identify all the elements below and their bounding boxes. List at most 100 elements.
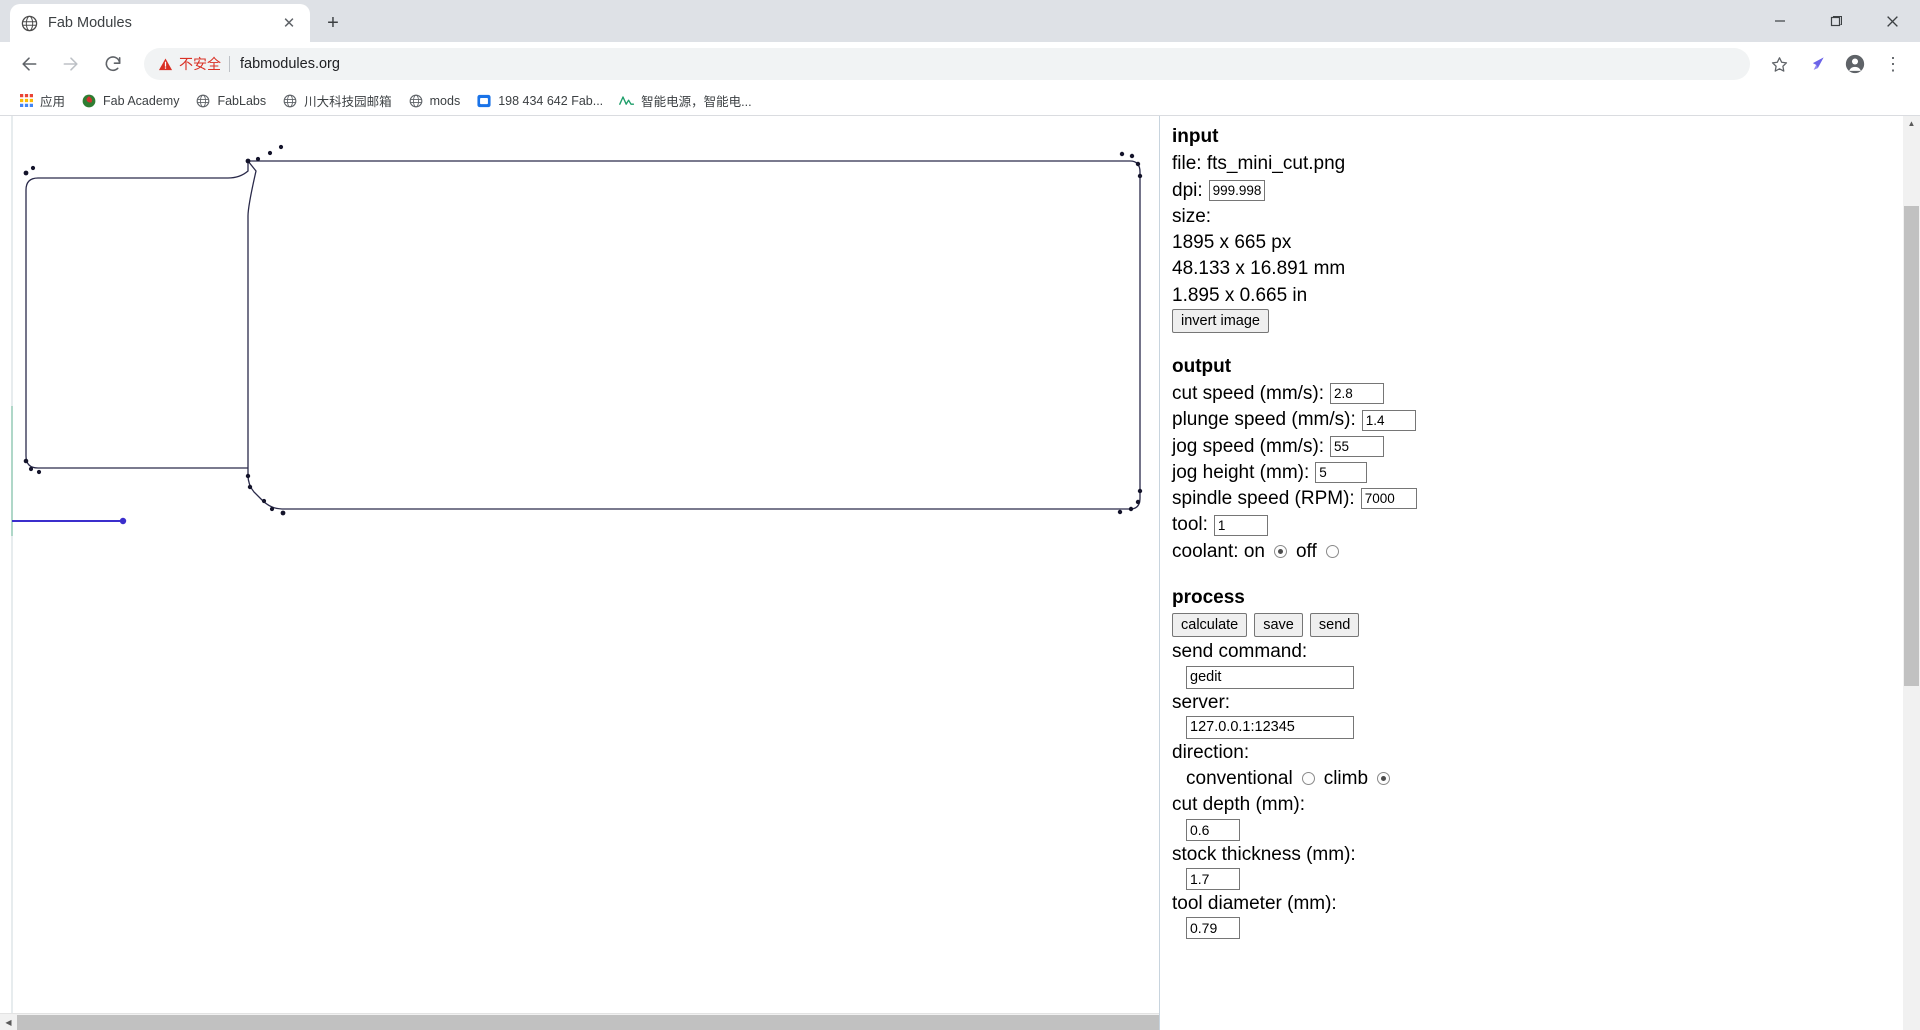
address-bar[interactable]: 不安全 fabmodules.org xyxy=(144,48,1750,80)
omnibox-divider xyxy=(229,56,230,72)
tool-label: tool: xyxy=(1172,514,1208,536)
bookmark-mods[interactable]: mods xyxy=(400,89,469,113)
cut-depth-input[interactable] xyxy=(1186,818,1240,841)
not-secure-warning-icon xyxy=(158,57,173,72)
stock-thickness-input[interactable] xyxy=(1186,867,1240,890)
extension-icon[interactable] xyxy=(1800,47,1834,81)
toolpath-outline xyxy=(25,160,1141,510)
forward-button[interactable] xyxy=(52,45,90,83)
tool-diameter-row xyxy=(1186,917,1920,940)
tab-title: Fab Modules xyxy=(48,15,132,31)
scroll-up-arrow[interactable]: ▲ xyxy=(1903,116,1920,133)
title-bar: Fab Modules ✕ + xyxy=(0,0,1920,42)
process-buttons: calculate save send xyxy=(1172,613,1920,638)
calculate-button[interactable]: calculate xyxy=(1172,613,1248,638)
invert-row: invert image xyxy=(1172,308,1920,333)
size-inches: 1.895 x 0.665 in xyxy=(1172,284,1308,306)
profile-icon[interactable] xyxy=(1838,47,1872,81)
tab-close-icon[interactable]: ✕ xyxy=(278,12,300,34)
size-px-row: 1895 x 665 px xyxy=(1172,230,1920,255)
vertical-scrollbar[interactable]: ▲ xyxy=(1903,116,1920,1030)
input-file-label: file: fts_mini_cut.png xyxy=(1172,153,1346,175)
browser-tab[interactable]: Fab Modules ✕ xyxy=(10,4,310,42)
vertical-scroll-thumb[interactable] xyxy=(1904,206,1919,686)
browser-menu-icon[interactable]: ⋮ xyxy=(1876,47,1910,81)
size-pixels: 1895 x 665 px xyxy=(1172,232,1292,254)
coolant-off-radio[interactable] xyxy=(1325,544,1339,558)
globe-icon xyxy=(408,93,424,109)
tool-diameter-label: tool diameter (mm): xyxy=(1172,892,1337,914)
jog-height-row: jog height (mm): xyxy=(1172,460,1920,485)
globe-icon xyxy=(195,93,211,109)
conventional-label: conventional xyxy=(1186,768,1293,790)
input-file-row: file: fts_mini_cut.png xyxy=(1172,151,1920,176)
page-content: ◀ input file: fts_mini_cut.png dpi: size… xyxy=(0,116,1920,1030)
climb-label: climb xyxy=(1323,768,1369,790)
window-controls xyxy=(1752,0,1920,42)
waveform-icon xyxy=(619,93,635,109)
new-tab-button[interactable]: + xyxy=(318,8,348,38)
maximize-button[interactable] xyxy=(1808,0,1864,42)
jog-height-input[interactable] xyxy=(1315,462,1368,484)
save-button[interactable]: save xyxy=(1254,613,1303,638)
horizontal-scroll-track[interactable] xyxy=(17,1013,1159,1030)
horizontal-scroll-thumb[interactable] xyxy=(17,1014,1159,1030)
plunge-speed-input[interactable] xyxy=(1361,409,1416,431)
cut-speed-input[interactable] xyxy=(1330,383,1385,405)
spindle-speed-row: spindle speed (RPM): xyxy=(1172,486,1920,511)
send-command-input[interactable] xyxy=(1186,665,1354,689)
bookmark-fab-academy[interactable]: Fab Academy xyxy=(73,89,187,113)
spindle-speed-input[interactable] xyxy=(1360,488,1417,510)
size-in-row: 1.895 x 0.665 in xyxy=(1172,283,1920,308)
not-secure-label: 不安全 xyxy=(179,56,221,72)
plunge-speed-label: plunge speed (mm/s): xyxy=(1172,409,1356,431)
input-heading: input xyxy=(1172,126,1219,147)
cut-depth-label-row: cut depth (mm): xyxy=(1172,792,1920,817)
fab-academy-icon xyxy=(81,93,97,109)
bookmark-label: 198 434 642 Fab... xyxy=(498,93,604,108)
jog-speed-input[interactable] xyxy=(1330,435,1385,457)
tool-diameter-label-row: tool diameter (mm): xyxy=(1172,891,1920,916)
bookmark-smart-power[interactable]: 智能电源，智能电... xyxy=(611,89,759,113)
bookmark-fablabs[interactable]: FabLabs xyxy=(187,89,274,113)
horizontal-scrollbar[interactable]: ◀ xyxy=(0,1013,1159,1030)
toolpath-svg xyxy=(11,116,1143,1030)
coolant-row: coolant: on off xyxy=(1172,539,1920,564)
origin-move-arrow xyxy=(12,517,127,525)
reload-button[interactable] xyxy=(94,45,132,83)
scroll-left-arrow[interactable]: ◀ xyxy=(0,1014,17,1030)
stock-thickness-row xyxy=(1186,867,1920,890)
toolpath-nodes xyxy=(23,144,1143,516)
bookmark-qq-group[interactable]: 198 434 642 Fab... xyxy=(468,89,611,113)
chat-icon xyxy=(476,93,492,109)
bookmark-star-icon[interactable] xyxy=(1762,47,1796,81)
spindle-speed-label: spindle speed (RPM): xyxy=(1172,488,1355,510)
close-button[interactable] xyxy=(1864,0,1920,42)
coolant-on-label: coolant: on xyxy=(1172,540,1265,562)
send-command-row xyxy=(1186,665,1920,689)
climb-radio[interactable] xyxy=(1377,772,1391,786)
size-mm-row: 48.133 x 16.891 mm xyxy=(1172,256,1920,281)
back-button[interactable] xyxy=(10,45,48,83)
conventional-radio[interactable] xyxy=(1301,772,1315,786)
invert-image-button[interactable]: invert image xyxy=(1172,308,1269,333)
dpi-row: dpi: xyxy=(1172,178,1920,203)
server-input[interactable] xyxy=(1186,715,1354,739)
minimize-button[interactable] xyxy=(1752,0,1808,42)
navigation-toolbar: 不安全 fabmodules.org ⋮ xyxy=(0,42,1920,86)
browser-window: Fab Modules ✕ + 不安全 fabmodules.org ⋮ 应用 … xyxy=(0,0,1920,1030)
bookmark-scu-mail[interactable]: 川大科技园邮箱 xyxy=(274,89,400,113)
coolant-on-radio[interactable] xyxy=(1273,544,1287,558)
tool-diameter-input[interactable] xyxy=(1186,917,1240,940)
plunge-speed-row: plunge speed (mm/s): xyxy=(1172,407,1920,432)
bookmark-label: 应用 xyxy=(40,95,66,109)
bookmark-apps[interactable]: 应用 xyxy=(10,89,73,113)
apps-grid-icon xyxy=(18,93,34,109)
toolpath-preview[interactable]: ◀ xyxy=(0,116,1160,1030)
send-button[interactable]: send xyxy=(1309,613,1360,638)
direction-options-row: conventional climb xyxy=(1186,766,1920,791)
tool-input[interactable] xyxy=(1213,514,1268,536)
server-row xyxy=(1186,715,1920,739)
dpi-input[interactable] xyxy=(1208,179,1265,201)
bookmark-label: Fab Academy xyxy=(103,93,180,108)
